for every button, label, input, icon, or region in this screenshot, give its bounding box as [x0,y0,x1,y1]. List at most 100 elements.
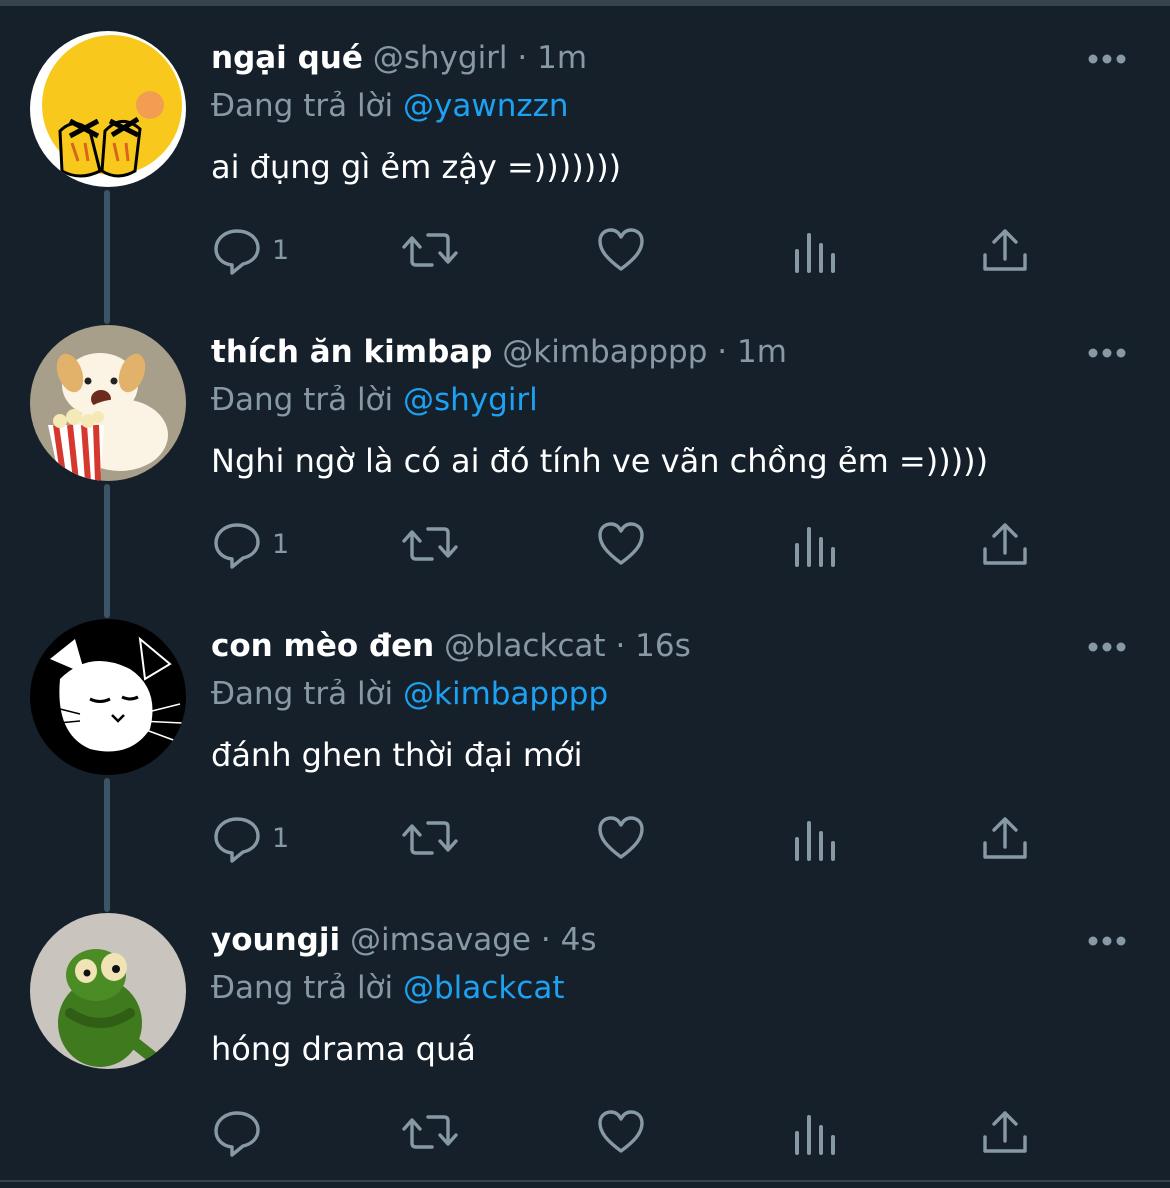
retweet-icon [402,821,458,855]
mention-link[interactable]: @kimbapppp [403,676,608,712]
share-button[interactable] [980,810,1030,866]
black-white-cat-avatar [30,619,186,775]
display-name[interactable]: youngji [211,922,340,958]
replying-to-label: Đang trả lời [211,382,394,418]
timestamp[interactable]: 1m [537,40,587,76]
like-button[interactable] [596,516,646,572]
analytics-button[interactable] [790,516,840,572]
analytics-icon [795,527,835,567]
tweet-text: ai đụng gì ẻm zậy =))))))) [211,148,622,186]
like-icon [598,522,644,565]
like-button[interactable] [596,810,646,866]
share-button[interactable] [980,1104,1030,1160]
replying-to-label: Đang trả lời [211,88,394,124]
tweet-header: youngji @imsavage · 4s [211,918,596,962]
replying-to-label: Đang trả lời [211,676,394,712]
share-icon [983,817,1027,859]
action-bar: 1 [0,222,1170,278]
share-icon [983,229,1027,271]
handle[interactable]: @kimbapppp [502,334,707,370]
reply-icon [214,523,260,569]
analytics-icon [795,821,835,861]
avatar[interactable] [30,913,186,1069]
reply-icon [214,229,260,275]
action-bar: 1 [0,516,1170,572]
replying-to-label: Đang trả lời [211,970,394,1006]
like-button[interactable] [596,1104,646,1160]
action-bar: 1 [0,810,1170,866]
replying-to: Đang trả lời @blackcat [211,966,564,1010]
reply-icon [214,817,260,863]
share-icon [983,1111,1027,1153]
tweet-text: Nghi ngờ là có ai đó tính ve vãn chồng ẻ… [211,442,989,480]
retweet-button[interactable] [402,810,458,866]
mention-link[interactable]: @blackcat [403,970,564,1006]
retweet-button[interactable] [402,516,458,572]
more-icon [1088,642,1126,652]
like-icon [598,816,644,859]
action-bar [0,1104,1170,1160]
analytics-button[interactable] [790,222,840,278]
reply-count: 1 [272,528,290,560]
more-button[interactable] [1082,44,1132,74]
separator: · [517,40,528,76]
reply-button[interactable]: 1 [212,222,289,278]
handle[interactable]: @shygirl [373,40,508,76]
retweet-icon [402,527,458,561]
separator: · [717,334,728,370]
replying-to: Đang trả lời @kimbapppp [211,672,608,716]
share-icon [983,523,1027,565]
separator: · [540,922,551,958]
retweet-icon [402,1115,458,1149]
display-name[interactable]: ngại qué [211,40,363,76]
analytics-icon [795,1115,835,1155]
handle[interactable]: @imsavage [350,922,531,958]
tweet-header: con mèo đen @blackcat · 16s [211,624,691,668]
mention-link[interactable]: @shygirl [403,382,538,418]
tweet[interactable]: thích ăn kimbap @kimbapppp · 1m Đang trả… [0,294,1170,588]
display-name[interactable]: con mèo đen [211,628,434,664]
timestamp[interactable]: 1m [737,334,787,370]
more-button[interactable] [1082,632,1132,662]
timestamp[interactable]: 16s [635,628,691,664]
crying-emoji-avatar [30,31,186,187]
mention-link[interactable]: @yawnzzn [403,88,569,124]
analytics-icon [795,233,835,273]
analytics-button[interactable] [790,1104,840,1160]
avatar[interactable] [30,619,186,775]
tweet-header: thích ăn kimbap @kimbapppp · 1m [211,330,787,374]
tweet[interactable]: ngại qué @shygirl · 1m Đang trả lời @yaw… [0,0,1170,294]
tweet[interactable]: con mèo đen @blackcat · 16s Đang trả lời… [0,588,1170,882]
tweet-text: đánh ghen thời đại mới [211,736,583,774]
more-button[interactable] [1082,926,1132,956]
display-name[interactable]: thích ăn kimbap [211,334,492,370]
bottom-divider [0,1180,1170,1182]
reply-count: 1 [272,234,290,266]
avatar[interactable] [30,31,186,187]
replying-to: Đang trả lời @yawnzzn [211,84,569,128]
more-icon [1088,936,1126,946]
share-button[interactable] [980,516,1030,572]
retweet-button[interactable] [402,222,458,278]
like-icon [598,228,644,271]
tweet[interactable]: youngji @imsavage · 4s Đang trả lời @bla… [0,882,1170,1176]
avatar[interactable] [30,325,186,481]
handle[interactable]: @blackcat [444,628,605,664]
like-button[interactable] [596,222,646,278]
more-button[interactable] [1082,338,1132,368]
reply-button[interactable]: 1 [212,810,289,866]
replying-to: Đang trả lời @shygirl [211,378,538,422]
retweet-icon [402,233,458,267]
reply-button[interactable]: 1 [212,516,289,572]
separator: · [615,628,626,664]
reply-button[interactable] [212,1104,272,1160]
share-button[interactable] [980,222,1030,278]
analytics-button[interactable] [790,810,840,866]
more-icon [1088,348,1126,358]
reply-icon [214,1111,260,1157]
timestamp[interactable]: 4s [561,922,597,958]
more-icon [1088,54,1126,64]
sad-green-frog-avatar [30,913,186,1069]
retweet-button[interactable] [402,1104,458,1160]
tweet-text: hóng drama quá [211,1030,476,1068]
